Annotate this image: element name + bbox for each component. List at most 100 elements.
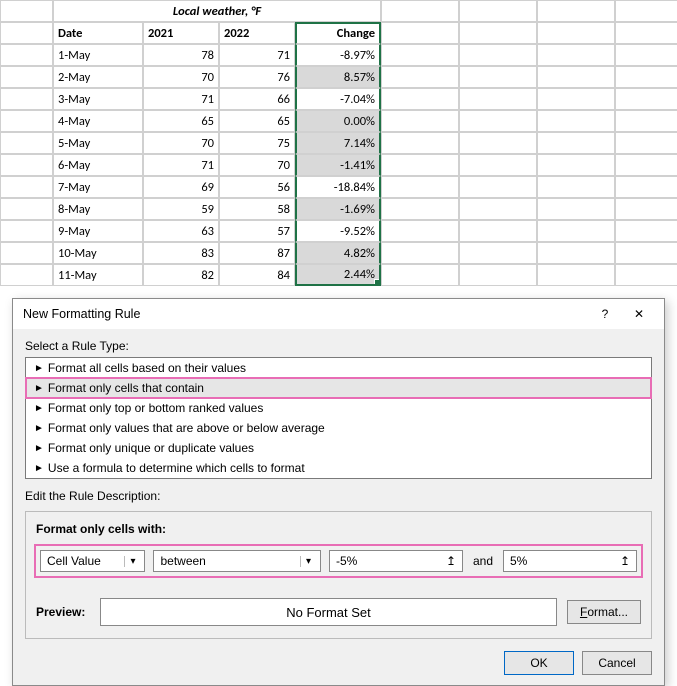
rule-type-item[interactable]: ►Format only cells that contain (26, 378, 651, 398)
cell[interactable] (381, 242, 459, 264)
cell[interactable] (459, 242, 537, 264)
data-cell[interactable]: 65 (219, 110, 295, 132)
data-cell[interactable]: 70 (219, 154, 295, 176)
cell[interactable] (615, 0, 677, 22)
data-cell[interactable]: 70 (143, 132, 219, 154)
rule-type-list[interactable]: ►Format all cells based on their values►… (25, 357, 652, 479)
cell[interactable] (0, 0, 53, 22)
cell[interactable] (0, 132, 53, 154)
data-cell[interactable]: 58 (219, 198, 295, 220)
data-cell[interactable]: 56 (219, 176, 295, 198)
data-cell[interactable]: 76 (219, 66, 295, 88)
cell[interactable] (537, 242, 615, 264)
cell[interactable] (0, 220, 53, 242)
cell[interactable] (537, 198, 615, 220)
cell[interactable] (381, 44, 459, 66)
cell[interactable] (459, 176, 537, 198)
cell[interactable] (459, 198, 537, 220)
cell[interactable] (615, 44, 677, 66)
cell[interactable] (459, 264, 537, 286)
cell[interactable] (381, 220, 459, 242)
cell[interactable] (381, 198, 459, 220)
change-cell[interactable]: -8.97% (295, 44, 381, 66)
cell[interactable] (459, 0, 537, 22)
criteria-field-select[interactable]: Cell Value ▾ (40, 550, 145, 572)
cell[interactable] (615, 264, 677, 286)
cell[interactable] (0, 22, 53, 44)
cell[interactable] (381, 264, 459, 286)
data-cell[interactable]: 59 (143, 198, 219, 220)
cell[interactable] (615, 198, 677, 220)
date-cell[interactable]: 6-May (53, 154, 143, 176)
cell[interactable] (459, 110, 537, 132)
change-cell[interactable]: 0.00% (295, 110, 381, 132)
rule-type-item[interactable]: ►Format only unique or duplicate values (26, 438, 651, 458)
cell[interactable] (459, 132, 537, 154)
cell[interactable] (0, 88, 53, 110)
data-cell[interactable]: 83 (143, 242, 219, 264)
cell[interactable] (459, 66, 537, 88)
cell[interactable] (537, 132, 615, 154)
cell[interactable] (537, 110, 615, 132)
cell[interactable] (615, 110, 677, 132)
cell[interactable] (537, 0, 615, 22)
cell[interactable] (0, 198, 53, 220)
rule-type-item[interactable]: ►Format all cells based on their values (26, 358, 651, 378)
cell[interactable] (537, 220, 615, 242)
date-cell[interactable]: 4-May (53, 110, 143, 132)
rule-type-item[interactable]: ►Format only top or bottom ranked values (26, 398, 651, 418)
range-picker-icon[interactable]: ↥ (616, 554, 634, 568)
data-cell[interactable]: 70 (143, 66, 219, 88)
cell[interactable] (615, 242, 677, 264)
cell[interactable] (381, 132, 459, 154)
range-picker-icon[interactable]: ↥ (442, 554, 460, 568)
cell[interactable] (615, 22, 677, 44)
date-cell[interactable]: 3-May (53, 88, 143, 110)
date-cell[interactable]: 11-May (53, 264, 143, 286)
data-cell[interactable]: 63 (143, 220, 219, 242)
data-cell[interactable]: 71 (143, 88, 219, 110)
cell[interactable] (0, 242, 53, 264)
cell[interactable] (381, 154, 459, 176)
data-cell[interactable]: 69 (143, 176, 219, 198)
criteria-operator-select[interactable]: between ▾ (153, 550, 320, 572)
data-cell[interactable]: 84 (219, 264, 295, 286)
cell[interactable] (615, 154, 677, 176)
data-cell[interactable]: 57 (219, 220, 295, 242)
data-cell[interactable]: 75 (219, 132, 295, 154)
change-cell[interactable]: -1.41% (295, 154, 381, 176)
date-cell[interactable]: 9-May (53, 220, 143, 242)
format-button[interactable]: Format... (567, 600, 641, 624)
cell[interactable] (537, 66, 615, 88)
cell[interactable] (615, 132, 677, 154)
cell[interactable] (459, 220, 537, 242)
data-cell[interactable]: 78 (143, 44, 219, 66)
cell[interactable] (459, 22, 537, 44)
cell[interactable] (537, 22, 615, 44)
cell[interactable] (537, 88, 615, 110)
cell[interactable] (615, 66, 677, 88)
help-button[interactable]: ? (588, 307, 622, 321)
close-button[interactable]: ✕ (622, 307, 656, 321)
date-cell[interactable]: 2-May (53, 66, 143, 88)
cell[interactable] (381, 176, 459, 198)
cell[interactable] (615, 176, 677, 198)
data-cell[interactable]: 66 (219, 88, 295, 110)
change-cell[interactable]: -1.69% (295, 198, 381, 220)
date-cell[interactable]: 8-May (53, 198, 143, 220)
cell[interactable] (537, 264, 615, 286)
date-cell[interactable]: 10-May (53, 242, 143, 264)
criteria-value1-input[interactable]: -5% ↥ (329, 550, 463, 572)
change-cell[interactable]: 4.82% (295, 242, 381, 264)
data-cell[interactable]: 71 (219, 44, 295, 66)
data-cell[interactable]: 65 (143, 110, 219, 132)
data-cell[interactable]: 87 (219, 242, 295, 264)
criteria-value2-input[interactable]: 5% ↥ (503, 550, 637, 572)
cell[interactable] (0, 176, 53, 198)
cell[interactable] (381, 22, 459, 44)
cell[interactable] (459, 154, 537, 176)
cell[interactable] (381, 88, 459, 110)
cell[interactable] (615, 88, 677, 110)
change-cell[interactable]: -18.84% (295, 176, 381, 198)
cell[interactable] (537, 44, 615, 66)
